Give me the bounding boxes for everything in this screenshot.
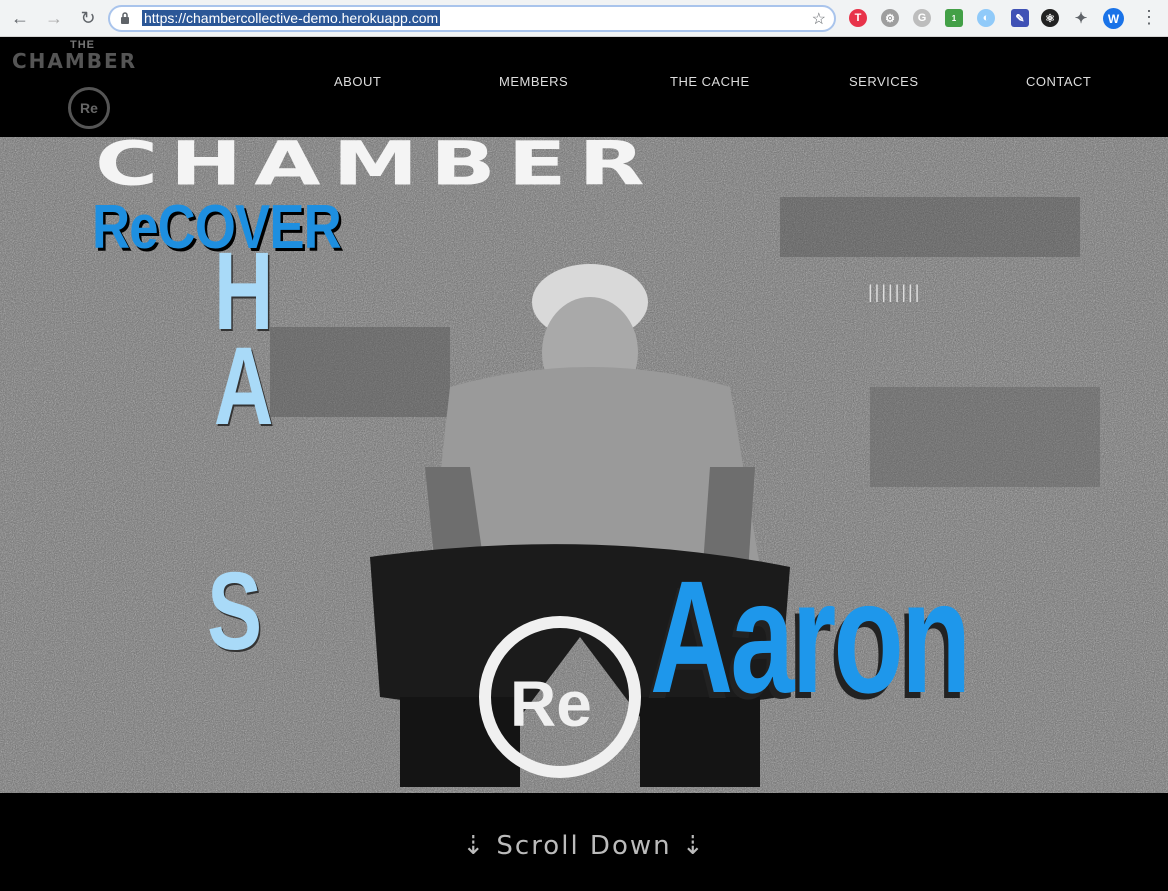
extension-badge: 1	[951, 13, 957, 23]
lock-icon	[121, 12, 129, 24]
profile-avatar[interactable]: W	[1103, 8, 1124, 29]
hero-name: Aaron	[650, 547, 971, 726]
extension-o-icon[interactable]: ◐	[977, 9, 995, 27]
scroll-down-bar: ⇣ Scroll Down ⇣	[0, 793, 1168, 891]
nav-the-cache[interactable]: THE CACHE	[670, 74, 750, 89]
hero-watermark: Re	[510, 668, 592, 740]
extension-t-icon[interactable]: T	[849, 9, 867, 27]
back-icon[interactable]: ←	[8, 6, 32, 30]
reload-icon[interactable]: ↻	[76, 6, 100, 30]
more-menu-icon[interactable]: ⋮	[1140, 7, 1158, 28]
hero-title: CHAMBER	[95, 137, 657, 199]
react-devtools-icon[interactable]: ⚛	[1041, 9, 1059, 27]
hero-banner: CHAMBER ReCOVER H A S |||||||| Re Aaron	[0, 137, 1168, 793]
extensions-puzzle-icon[interactable]: ✦	[1072, 9, 1090, 27]
forward-icon[interactable]: →	[42, 6, 66, 30]
logo-chamber[interactable]: CHAMBER	[12, 49, 137, 73]
nav-services[interactable]: SERVICES	[849, 74, 919, 89]
extension-g-icon[interactable]: G	[913, 9, 931, 27]
extension-pen-icon[interactable]: ✎	[1011, 9, 1029, 27]
extension-calendar-icon[interactable]: 1	[945, 9, 963, 27]
browser-toolbar: ← → ↻ https://chambercollective-demo.her…	[0, 0, 1168, 37]
nav-about[interactable]: ABOUT	[334, 74, 381, 89]
vertical-letter-3: S	[207, 550, 263, 673]
site-header: THE CHAMBER Re ABOUT MEMBERS THE CACHE S…	[0, 37, 1168, 137]
logo-re-icon[interactable]: Re	[68, 87, 110, 129]
nav-contact[interactable]: CONTACT	[1026, 74, 1091, 89]
address-bar[interactable]: https://chambercollective-demo.herokuapp…	[108, 5, 836, 32]
url-text[interactable]: https://chambercollective-demo.herokuapp…	[142, 10, 441, 26]
scroll-down-button[interactable]: ⇣ Scroll Down ⇣	[0, 831, 1168, 861]
logo-mark-text: Re	[80, 100, 98, 116]
bookmark-star-icon[interactable]: ☆	[812, 9, 826, 29]
glitch-marks: ||||||||	[868, 282, 922, 302]
nav-members[interactable]: MEMBERS	[499, 74, 568, 89]
extension-gear-icon[interactable]: ⚙	[881, 9, 899, 27]
vertical-letter-2: A	[213, 325, 274, 448]
